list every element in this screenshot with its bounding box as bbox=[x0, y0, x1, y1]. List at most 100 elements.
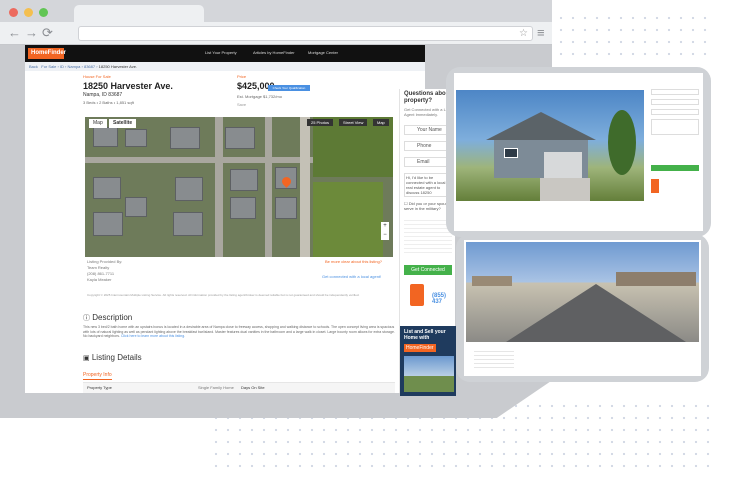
listing-provider: Listing Provided By: Team Realty (208) 8… bbox=[87, 259, 207, 283]
breadcrumb-item[interactable]: ID bbox=[60, 64, 64, 69]
listing-city: Nampa, ID 83687 bbox=[83, 92, 123, 98]
house-roof bbox=[486, 112, 596, 140]
nav-mortgage[interactable]: Mortgage Center bbox=[308, 50, 338, 55]
listing-tag: House For Sale bbox=[83, 74, 111, 79]
map-road bbox=[265, 117, 272, 257]
photos-button[interactable]: 25 Photos bbox=[307, 119, 334, 126]
map-tab-map[interactable]: Map bbox=[89, 119, 107, 128]
phone-callout bbox=[410, 284, 424, 306]
description-heading: ⓘ Description bbox=[83, 313, 132, 323]
tablet-form-field[interactable] bbox=[651, 109, 699, 115]
tablet-phone-callout bbox=[651, 179, 659, 193]
breadcrumb-current: 18250 Harvester Ave. bbox=[98, 64, 138, 69]
document-icon: ⓘ bbox=[83, 315, 90, 322]
bookmark-star-icon[interactable]: ☆ bbox=[519, 27, 528, 40]
email-field[interactable]: Email bbox=[404, 157, 452, 167]
save-link[interactable]: Save bbox=[237, 102, 337, 107]
map-tab-satellite[interactable]: Satellite bbox=[109, 119, 137, 128]
connect-agent-link[interactable]: Get connected with a local agent! bbox=[322, 274, 381, 280]
mortgage-estimate: Est. Mortgage $1,732/mo bbox=[237, 94, 282, 99]
breadcrumb-back[interactable]: Back bbox=[29, 64, 38, 69]
name-field[interactable]: Your Name bbox=[404, 125, 452, 135]
tablet-form-field[interactable] bbox=[651, 89, 699, 95]
map-field bbox=[313, 117, 393, 177]
close-window-button[interactable] bbox=[9, 8, 18, 17]
listing-address: 18250 Harvester Ave. bbox=[83, 81, 173, 91]
phone-screen bbox=[464, 240, 701, 376]
map-field bbox=[313, 182, 383, 257]
nav-list-property[interactable]: List Your Property bbox=[205, 50, 237, 55]
disclaimer-text bbox=[404, 217, 452, 255]
forward-arrow-icon[interactable]: → bbox=[25, 25, 38, 41]
decorative-dot-grid bbox=[555, 12, 715, 60]
map-house bbox=[230, 197, 256, 219]
property-info-tab[interactable]: Property Info bbox=[83, 372, 112, 380]
breadcrumb-item[interactable]: For Sale bbox=[41, 64, 56, 69]
map-button[interactable]: Map bbox=[373, 119, 389, 126]
details-icon: ▣ bbox=[83, 355, 90, 362]
listing-specs: 3 Beds • 2 Baths • 1,851 sqft bbox=[83, 100, 134, 105]
back-arrow-icon[interactable]: ← bbox=[8, 25, 21, 41]
breadcrumb: Back For Sale › ID › Nampa › 83687 › 182… bbox=[25, 62, 425, 71]
learn-more-link[interactable]: Click here to learn more about this list… bbox=[121, 334, 185, 338]
listing-details-heading: ▣ Listing Details bbox=[83, 353, 142, 362]
web-page: HomeFinder List Your Property Articles b… bbox=[25, 45, 425, 393]
report-listing-link[interactable]: Be more clear about this listing? bbox=[325, 259, 382, 265]
breadcrumb-item[interactable]: Nampa bbox=[68, 64, 81, 69]
check-qualification-button[interactable]: Check Your Qualification bbox=[268, 85, 310, 91]
homefinder-logo[interactable]: HomeFinder bbox=[28, 48, 66, 59]
map-house bbox=[225, 127, 255, 149]
get-connected-button[interactable]: Get Connected bbox=[404, 265, 452, 275]
browser-tab[interactable] bbox=[74, 5, 204, 22]
phone-field[interactable]: Phone bbox=[404, 141, 452, 151]
tablet-form-message[interactable] bbox=[651, 119, 699, 135]
list-and-sell-ad[interactable]: List and Sell your Home with HomeFinder bbox=[400, 326, 456, 396]
military-label: Did you or your spouse serve in the mili… bbox=[404, 201, 450, 211]
tablet-connect-button[interactable] bbox=[651, 165, 699, 171]
map-house bbox=[175, 177, 203, 201]
map-house bbox=[125, 129, 147, 147]
distant-houses bbox=[616, 272, 696, 286]
breadcrumb-item[interactable]: 83687 bbox=[84, 64, 95, 69]
listing-summary: House For Sale 18250 Harvester Ave. Namp… bbox=[83, 74, 233, 105]
menu-icon[interactable]: ≡ bbox=[537, 25, 545, 41]
map-road bbox=[300, 117, 310, 257]
minimize-window-button[interactable] bbox=[24, 8, 33, 17]
nav-articles[interactable]: Articles by HomeFinder bbox=[253, 50, 295, 55]
message-field[interactable]: Hi, I'd like to be connected with a loca… bbox=[404, 173, 452, 197]
street-view-photo[interactable] bbox=[466, 242, 699, 342]
maximize-window-button[interactable] bbox=[39, 8, 48, 17]
zoom-controls[interactable]: + − bbox=[381, 222, 389, 240]
property-table-row: Property Type Single Family Home Days On… bbox=[83, 382, 395, 393]
tablet-device bbox=[446, 67, 711, 237]
address-bar[interactable]: ☆ bbox=[78, 26, 533, 41]
house-window bbox=[504, 148, 518, 158]
map-house bbox=[275, 197, 297, 219]
tablet-form-field[interactable] bbox=[651, 99, 699, 105]
description-text: This new 3 bed/2 bath home with an upsta… bbox=[83, 325, 395, 349]
browser-toolbar: ← → ⟳ ☆ ≡ bbox=[0, 22, 552, 45]
distant-houses bbox=[472, 276, 512, 286]
map-house bbox=[93, 177, 121, 199]
driveway bbox=[540, 178, 590, 201]
days-on-site-label: Days On Site bbox=[241, 385, 265, 390]
map-road bbox=[215, 117, 223, 257]
military-checkbox[interactable]: ☐ Did you or your spouse serve in the mi… bbox=[404, 201, 452, 211]
garage-door bbox=[544, 152, 582, 178]
house-photo[interactable] bbox=[456, 90, 644, 201]
satellite-map[interactable]: Map Satellite 25 Photos Street View Map … bbox=[85, 117, 393, 257]
reload-icon[interactable]: ⟳ bbox=[42, 25, 53, 41]
tablet-contact-form bbox=[651, 89, 699, 209]
description-title: Description bbox=[92, 313, 133, 322]
map-house bbox=[170, 127, 200, 149]
property-type-label: Property Type bbox=[87, 385, 112, 390]
map-house bbox=[93, 212, 123, 236]
street-view-button[interactable]: Street View bbox=[339, 119, 368, 126]
ad-house-image bbox=[404, 356, 454, 392]
listing-details-title: Listing Details bbox=[91, 353, 142, 362]
ad-brand: HomeFinder bbox=[404, 344, 436, 352]
map-house bbox=[173, 212, 203, 236]
ad-title: List and Sell your Home with bbox=[404, 329, 446, 341]
sidebar-phone[interactable]: (855) 437 bbox=[432, 293, 455, 305]
provider-agent: Kayla Meaker bbox=[87, 277, 112, 282]
